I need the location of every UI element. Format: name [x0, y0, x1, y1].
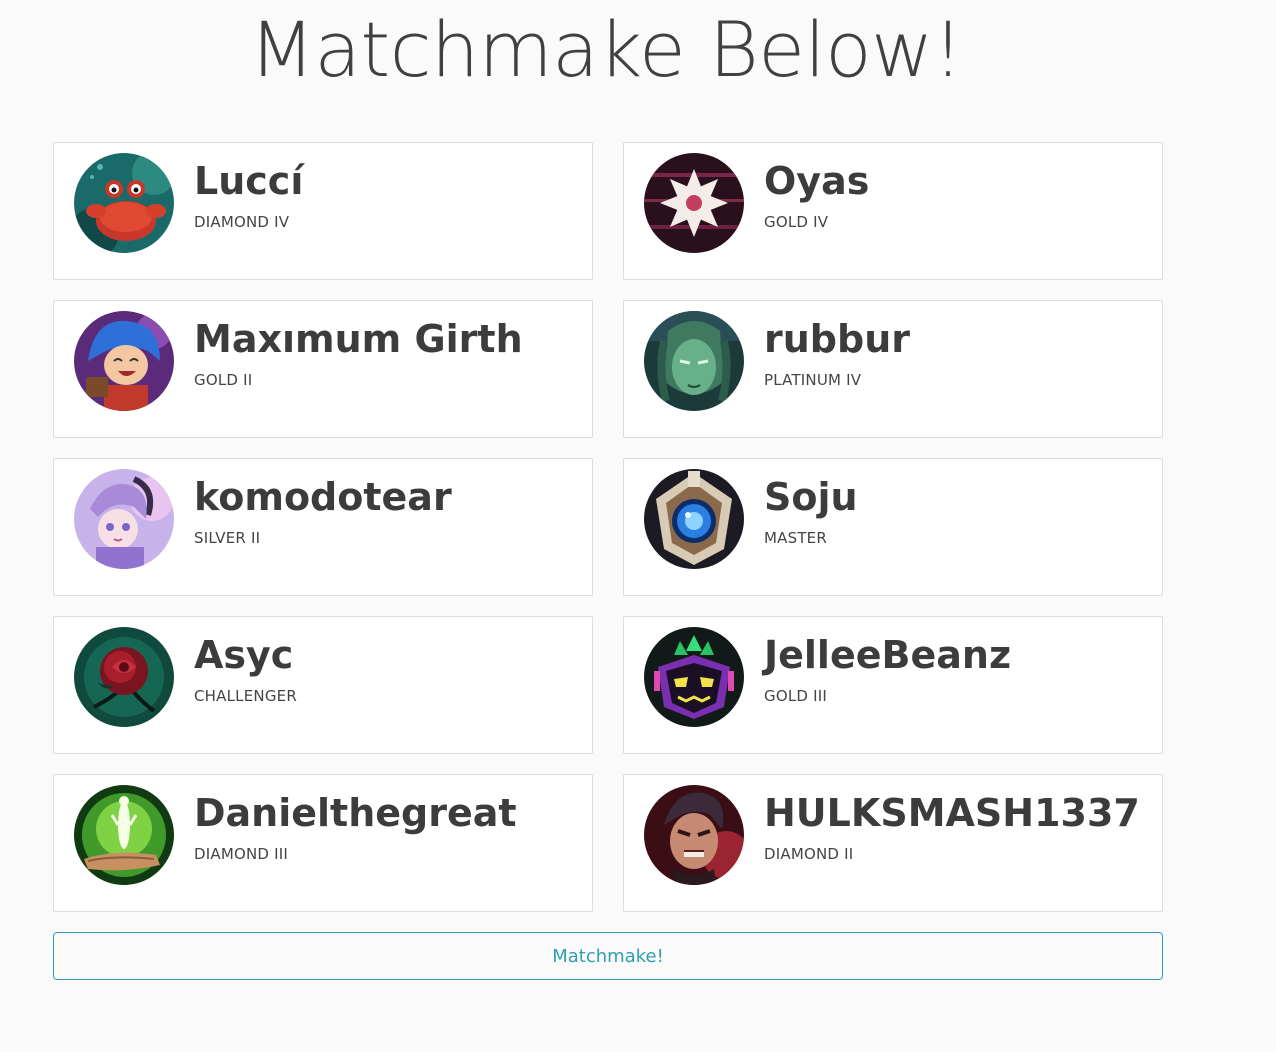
player-name: komodotear [194, 475, 452, 519]
player-name: Soju [764, 475, 858, 519]
player-rank: DIAMOND IV [194, 213, 290, 231]
player-rank: SILVER II [194, 529, 261, 547]
player-rank: GOLD II [194, 371, 253, 389]
player-rank: GOLD IV [764, 213, 829, 231]
player-card[interactable]: Danielthegreat DIAMOND III [53, 774, 593, 912]
page: Matchmake Below! Luccí DIAMOND IV Oyas G… [0, 0, 1276, 1052]
player-card[interactable]: Soju MASTER [623, 458, 1163, 596]
sun-emblem-icon [644, 153, 744, 253]
player-card[interactable]: Oyas GOLD IV [623, 142, 1163, 280]
player-name: rubbur [764, 317, 910, 361]
player-card[interactable]: Asyc CHALLENGER [53, 616, 593, 754]
green-face-icon [644, 311, 744, 411]
player-name: Maxımum Girth [194, 317, 523, 361]
player-card[interactable]: JelleeBeanz GOLD III [623, 616, 1163, 754]
blue-hair-champion-icon [74, 311, 174, 411]
player-card[interactable]: rubbur PLATINUM IV [623, 300, 1163, 438]
player-card[interactable]: Luccí DIAMOND IV [53, 142, 593, 280]
red-rose-icon [74, 627, 174, 727]
player-name: Asyc [194, 633, 294, 677]
horned-girl-icon [74, 469, 174, 569]
player-rank: GOLD III [764, 687, 827, 705]
player-rank: PLATINUM IV [764, 371, 862, 389]
player-name: JelleeBeanz [764, 633, 1012, 677]
pixel-mask-icon [644, 627, 744, 727]
player-rank: DIAMOND II [764, 845, 854, 863]
crab-icon [74, 153, 174, 253]
matchmake-button[interactable]: Matchmake! [53, 932, 1163, 980]
player-card[interactable]: HULKSMASH1337 DIAMOND II [623, 774, 1163, 912]
spirit-hand-icon [74, 785, 174, 885]
player-name: Luccí [194, 159, 304, 203]
player-card[interactable]: Maxımum Girth GOLD II [53, 300, 593, 438]
player-name: Oyas [764, 159, 870, 203]
player-name: HULKSMASH1337 [764, 791, 1140, 835]
player-name: Danielthegreat [194, 791, 517, 835]
player-rank: DIAMOND III [194, 845, 288, 863]
player-rank: CHALLENGER [194, 687, 297, 705]
warrior-face-icon [644, 785, 744, 885]
page-title: Matchmake Below! [249, 5, 963, 94]
player-rank: MASTER [764, 529, 827, 547]
player-card[interactable]: komodotear SILVER II [53, 458, 593, 596]
blue-orb-crest-icon [644, 469, 744, 569]
player-grid: Luccí DIAMOND IV Oyas GOLD IV Maxımum Gi… [53, 142, 1163, 912]
